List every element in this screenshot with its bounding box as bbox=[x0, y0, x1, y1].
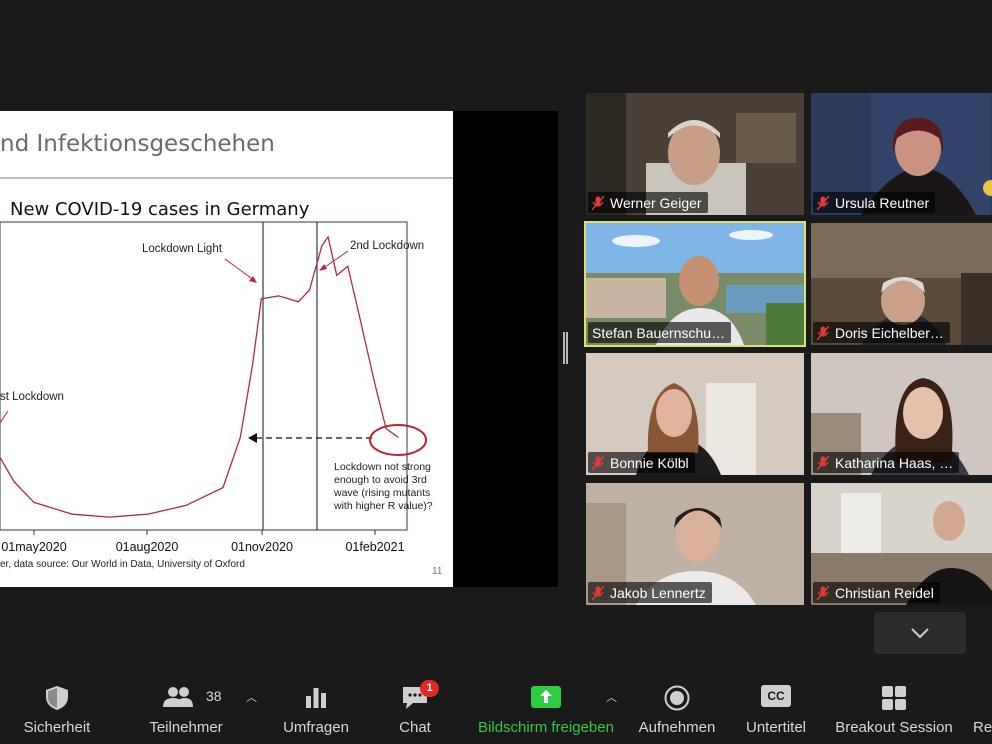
x-tick-label: 01may2020 bbox=[1, 540, 66, 554]
participant-name: Katharina Haas, … bbox=[835, 454, 954, 471]
subtitles-button[interactable]: CC Untertitel bbox=[732, 675, 820, 744]
record-button[interactable]: Aufnehmen bbox=[632, 675, 722, 744]
participant-name: Doris Eichelber… bbox=[835, 324, 944, 341]
share-options-caret[interactable]: ︿ bbox=[606, 689, 617, 705]
share-screen-button[interactable]: Bildschirm freigeben bbox=[470, 675, 622, 744]
slide-page-number: 11 bbox=[432, 566, 443, 577]
participant-namebar: Werner Geiger bbox=[588, 192, 708, 213]
third-wave-circle bbox=[369, 424, 427, 456]
participant-tile[interactable]: Christian Reidel bbox=[811, 483, 992, 605]
participant-tile[interactable]: Doris Eichelber… bbox=[811, 223, 992, 345]
first-lockdown-arrow bbox=[0, 410, 9, 424]
participant-name: Bonnie Kölbl bbox=[610, 454, 689, 471]
participant-name: Werner Geiger bbox=[610, 194, 702, 211]
chat-button[interactable]: 1 Chat bbox=[380, 675, 450, 744]
reactions-button[interactable]: Re bbox=[968, 675, 992, 744]
security-button[interactable]: Sicherheit bbox=[12, 675, 102, 744]
slide-source: er, data source: Our World in Data, Univ… bbox=[0, 559, 245, 570]
chat-label: Chat bbox=[399, 719, 431, 736]
participants-count: 38 bbox=[206, 688, 222, 704]
mic-muted-icon bbox=[592, 585, 604, 600]
top-bar bbox=[0, 0, 992, 90]
record-icon bbox=[664, 685, 690, 711]
annotation-second-lockdown: 2nd Lockdown bbox=[350, 240, 424, 252]
mic-muted-icon bbox=[817, 455, 829, 470]
participant-tile[interactable]: Katharina Haas, … bbox=[811, 353, 992, 475]
participant-namebar: Christian Reidel bbox=[813, 582, 940, 603]
participants-icon bbox=[163, 687, 193, 707]
presentation-slide: nd Infektionsgeschehen New COVID-19 case… bbox=[0, 111, 453, 587]
polls-label: Umfragen bbox=[283, 719, 349, 736]
mic-muted-icon bbox=[592, 455, 604, 470]
splitter-handle[interactable] bbox=[563, 332, 568, 364]
annotation-first-lockdown: st Lockdown bbox=[0, 391, 64, 403]
participants-options-caret[interactable]: ︿ bbox=[246, 689, 257, 705]
breakout-rooms-button[interactable]: Breakout Session bbox=[828, 675, 960, 744]
security-label: Sicherheit bbox=[23, 719, 91, 736]
participant-namebar: Katharina Haas, … bbox=[813, 452, 960, 473]
x-tick-label: 01feb2021 bbox=[345, 540, 404, 554]
shield-icon bbox=[46, 686, 68, 710]
participant-name: Jakob Lennertz bbox=[610, 584, 706, 601]
collapse-gallery-button[interactable] bbox=[874, 612, 966, 654]
participant-tile[interactable]: Ursula Reutner bbox=[811, 93, 992, 215]
participant-name: Christian Reidel bbox=[835, 584, 934, 601]
chat-unread-badge: 1 bbox=[420, 680, 439, 697]
participant-name: Stefan Bauernschu… bbox=[592, 324, 726, 341]
annotation-note-line-1: Lockdown not strong bbox=[334, 461, 431, 473]
participant-namebar: Doris Eichelber… bbox=[813, 322, 950, 343]
participant-tile[interactable]: Jakob Lennertz bbox=[586, 483, 804, 605]
participant-tile[interactable]: Bonnie Kölbl bbox=[586, 353, 804, 475]
mic-muted-icon bbox=[817, 325, 829, 340]
dashed-arrowhead bbox=[248, 433, 257, 443]
covid-chart: Lockdown Light 2nd Lockdown st Lockdown … bbox=[0, 221, 433, 554]
meeting-toolbar: Sicherheit 38 Teilnehmer ︿ Umfragen 1 Ch… bbox=[0, 675, 992, 744]
annotation-note-line-2: enough to avoid 3rd bbox=[334, 474, 427, 486]
participant-tile[interactable]: Werner Geiger bbox=[586, 93, 804, 215]
record-label: Aufnehmen bbox=[638, 719, 716, 736]
chevron-down-icon bbox=[911, 628, 929, 639]
mic-muted-icon bbox=[817, 195, 829, 210]
participant-namebar: Stefan Bauernschu… bbox=[588, 322, 732, 343]
share-screen-icon bbox=[531, 686, 561, 708]
participant-namebar: Bonnie Kölbl bbox=[588, 452, 695, 473]
second-lockdown-arrowhead bbox=[319, 264, 327, 271]
reactions-label: Re bbox=[973, 719, 992, 736]
polls-icon bbox=[306, 688, 326, 708]
x-tick-label: 01nov2020 bbox=[231, 540, 293, 554]
participant-namebar: Jakob Lennertz bbox=[588, 582, 712, 603]
subtitles-label: Untertitel bbox=[745, 719, 807, 736]
closed-captions-icon: CC bbox=[761, 685, 791, 707]
mic-muted-icon bbox=[817, 585, 829, 600]
participant-name: Ursula Reutner bbox=[835, 194, 930, 211]
lockdown-light-arrow bbox=[224, 258, 256, 282]
share-screen-label: Bildschirm freigeben bbox=[478, 719, 614, 736]
x-tick-label: 01aug2020 bbox=[116, 540, 179, 554]
breakout-rooms-label: Breakout Session bbox=[835, 719, 953, 736]
polls-button[interactable]: Umfragen bbox=[270, 675, 362, 744]
annotation-lockdown-light: Lockdown Light bbox=[142, 243, 223, 255]
annotation-note-line-4: with higher R value)? bbox=[333, 500, 433, 512]
shared-screen[interactable]: nd Infektionsgeschehen New COVID-19 case… bbox=[0, 111, 558, 587]
participants-label: Teilnehmer bbox=[149, 719, 223, 736]
participants-button[interactable]: 38 Teilnehmer bbox=[138, 675, 234, 744]
participant-namebar: Ursula Reutner bbox=[813, 192, 936, 213]
breakout-rooms-icon bbox=[882, 686, 906, 710]
mic-muted-icon bbox=[592, 195, 604, 210]
participant-tile-active-speaker[interactable]: Stefan Bauernschu… bbox=[584, 221, 806, 347]
annotation-note-line-3: wave (rising mutants bbox=[333, 487, 430, 499]
